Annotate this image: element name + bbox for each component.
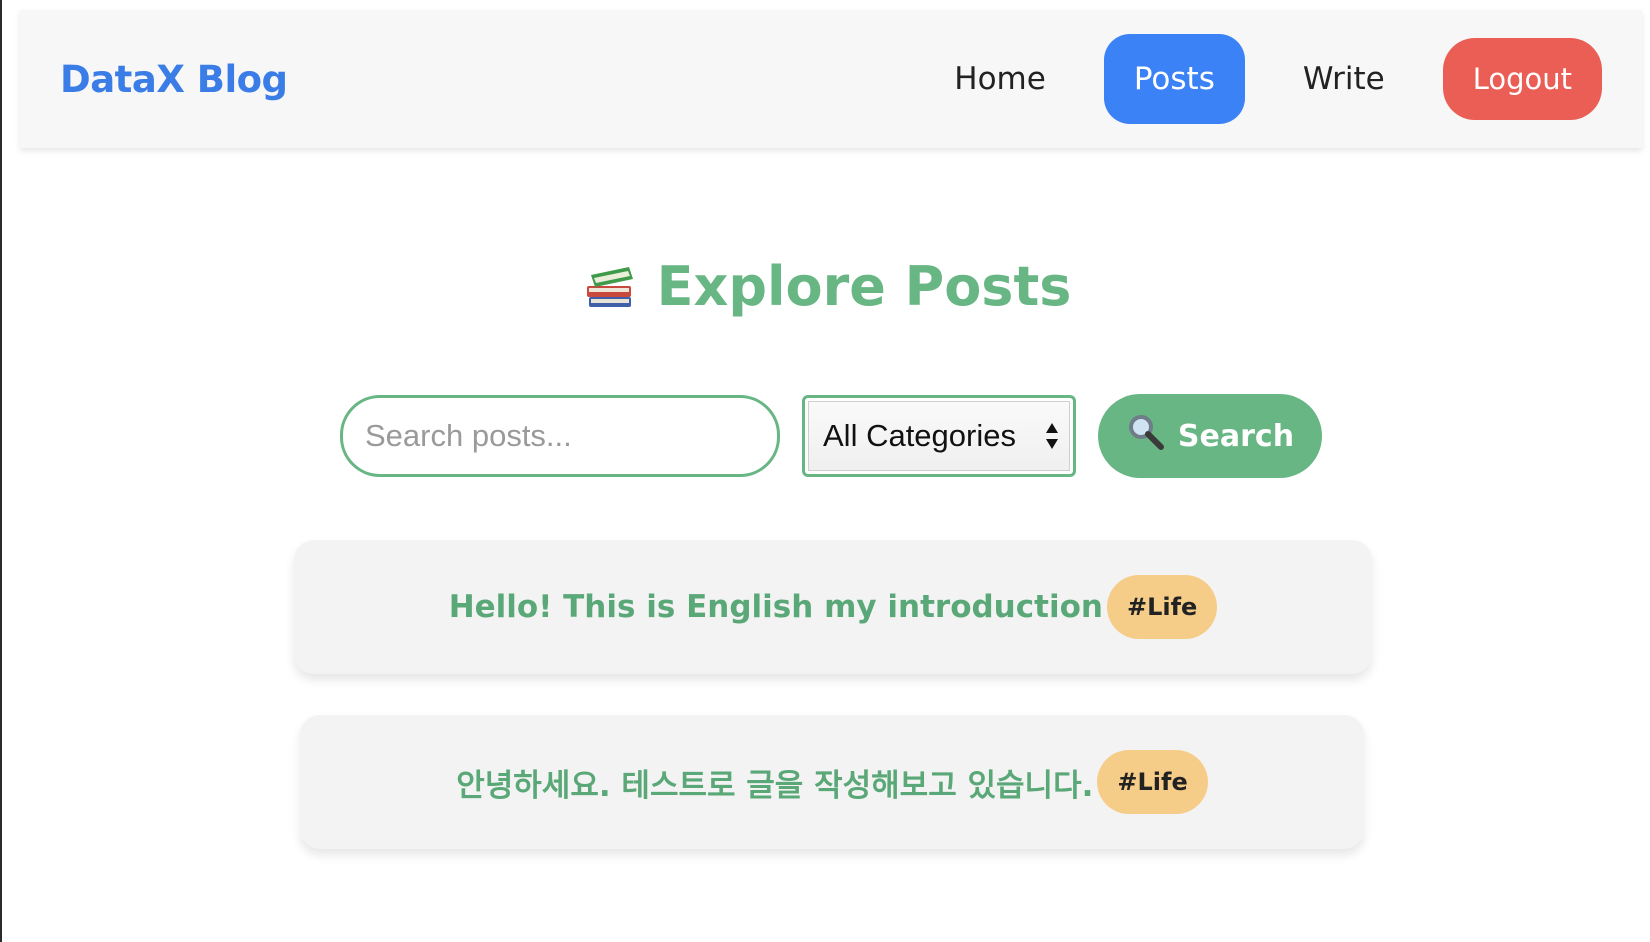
search-input[interactable] [340, 395, 780, 477]
select-arrows-icon [1045, 421, 1059, 451]
post-tag[interactable]: #Life [1097, 750, 1208, 814]
nav-posts-link[interactable]: Posts [1103, 34, 1245, 124]
magnifier-icon [1126, 412, 1166, 460]
navbar: DataX Blog Home Posts Write Logout [20, 10, 1642, 148]
category-select[interactable]: All Categories [802, 395, 1076, 477]
brand-logo[interactable]: DataX Blog [60, 58, 288, 101]
post-tag[interactable]: #Life [1106, 575, 1218, 639]
nav-write-link[interactable]: Write [1275, 39, 1413, 119]
main-nav: Home Posts Write Logout [926, 34, 1602, 124]
search-bar: All Categories Search [340, 394, 1322, 478]
post-card[interactable]: 안녕하세요. 테스트로 글을 작성해보고 있습니다. #Life [300, 715, 1364, 849]
post-title[interactable]: 안녕하세요. 테스트로 글을 작성해보고 있습니다. [456, 760, 1093, 805]
page-title: Explore Posts [2, 255, 1650, 318]
nav-home-link[interactable]: Home [926, 39, 1074, 119]
search-button-label: Search [1177, 418, 1295, 454]
category-select-value: All Categories [823, 418, 1016, 453]
search-button[interactable]: Search [1098, 394, 1322, 478]
page-frame: DataX Blog Home Posts Write Logout Explo… [0, 0, 1650, 942]
post-title[interactable]: Hello! This is English my introduction [449, 589, 1103, 625]
books-icon [583, 259, 639, 315]
logout-button[interactable]: Logout [1442, 38, 1602, 120]
page-title-text: Explore Posts [656, 255, 1072, 318]
post-card[interactable]: Hello! This is English my introduction #… [294, 540, 1372, 674]
